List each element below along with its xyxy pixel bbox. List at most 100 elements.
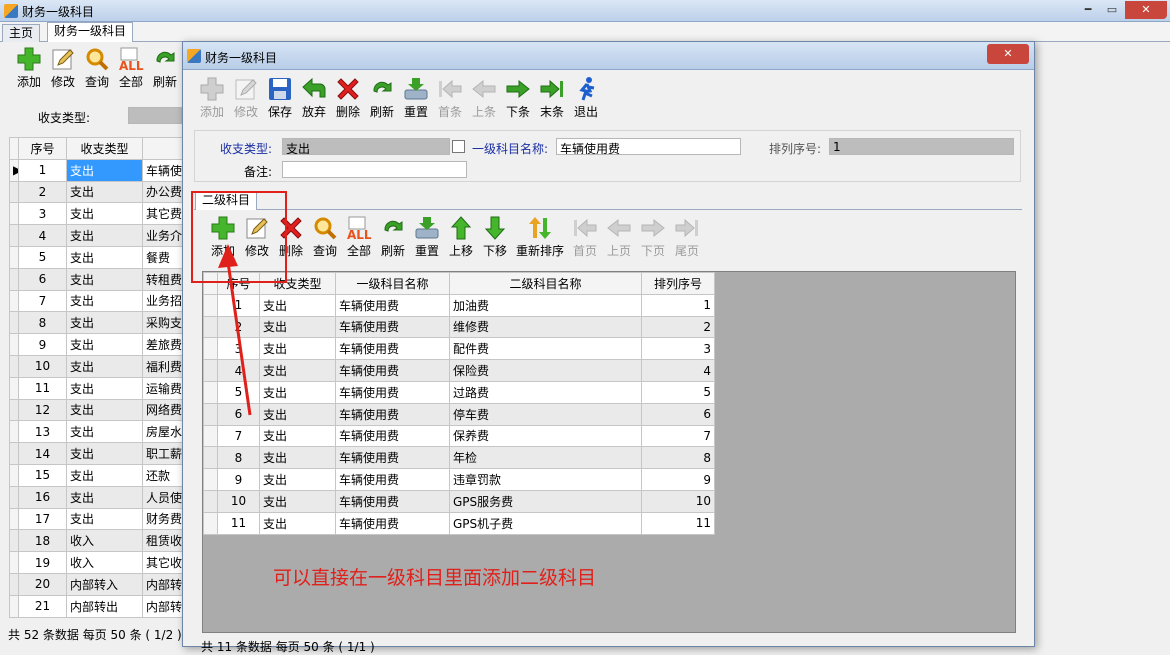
row-indicator[interactable] xyxy=(9,376,19,400)
all-button[interactable]: ALL 全部 xyxy=(342,215,376,259)
reset-button[interactable]: 重置 xyxy=(399,76,433,120)
row-indicator[interactable] xyxy=(203,446,218,470)
column-header[interactable]: 二级科目名称 xyxy=(449,272,642,295)
row-indicator[interactable] xyxy=(9,354,19,378)
table-row[interactable]: 21 内部转出 内部转 xyxy=(9,594,183,618)
column-header[interactable]: 收支类型 xyxy=(66,137,143,160)
table-row[interactable]: 9 支出 差旅费 xyxy=(9,333,183,356)
table-row[interactable]: 8 支出 采购支 xyxy=(9,311,183,335)
minimize-button[interactable]: ━ xyxy=(1076,1,1100,19)
table-row[interactable]: 1 支出 车辆使用费 加油费 1 xyxy=(203,293,715,317)
table-row[interactable]: 3 支出 车辆使用费 配件费 3 xyxy=(203,337,715,361)
table-row[interactable]: 10 支出 车辆使用费 GPS服务费 10 xyxy=(203,489,715,513)
table-row[interactable]: 11 支出 运输费 xyxy=(9,376,183,400)
refresh-button[interactable]: 刷新 xyxy=(148,46,182,90)
query-button[interactable]: 查询 xyxy=(308,215,342,259)
row-indicator[interactable] xyxy=(9,398,19,422)
table-row[interactable]: 7 支出 车辆使用费 保养费 7 xyxy=(203,424,715,448)
row-indicator[interactable] xyxy=(9,572,19,596)
reorder-button[interactable]: 重新排序 xyxy=(512,215,568,259)
row-indicator[interactable] xyxy=(9,529,19,553)
table-row[interactable]: 18 收入 租赁收 xyxy=(9,529,183,553)
next-page-button[interactable]: 下页 xyxy=(636,215,670,259)
exit-button[interactable]: 退出 xyxy=(569,76,603,120)
row-indicator[interactable] xyxy=(9,289,19,313)
last-page-button[interactable]: 尾页 xyxy=(670,215,704,259)
row-indicator[interactable] xyxy=(9,594,19,618)
refresh-button[interactable]: 刷新 xyxy=(365,76,399,120)
row-indicator[interactable] xyxy=(203,337,218,361)
row-indicator[interactable] xyxy=(203,359,218,382)
tab-home[interactable]: 主页 xyxy=(2,24,41,42)
row-indicator[interactable] xyxy=(9,202,19,226)
row-indicator[interactable] xyxy=(9,420,19,444)
row-indicator[interactable] xyxy=(203,402,218,426)
prev-record-button[interactable]: 上条 xyxy=(467,76,501,120)
table-row[interactable]: 4 支出 车辆使用费 保险费 4 xyxy=(203,359,715,382)
table-row[interactable]: 9 支出 车辆使用费 违章罚款 9 xyxy=(203,468,715,491)
row-indicator[interactable] xyxy=(9,442,19,465)
table-row[interactable]: 8 支出 车辆使用费 年检 8 xyxy=(203,446,715,470)
reset-button[interactable]: 重置 xyxy=(410,215,444,259)
edit-button[interactable]: 修改 xyxy=(46,46,80,90)
row-indicator[interactable] xyxy=(9,311,19,335)
tab-first-level-subject[interactable]: 财务一级科目 xyxy=(47,22,134,42)
all-button[interactable]: ALL 全部 xyxy=(114,46,148,90)
table-row[interactable]: 2 支出 办公费 xyxy=(9,180,183,204)
edit-button[interactable]: 修改 xyxy=(229,76,263,120)
row-indicator[interactable] xyxy=(9,180,19,204)
column-header[interactable]: 序号 xyxy=(18,137,67,160)
row-indicator[interactable] xyxy=(9,463,19,487)
row-indicator[interactable] xyxy=(203,489,218,513)
table-row[interactable]: 6 支出 车辆使用费 停车费 6 xyxy=(203,402,715,426)
row-indicator[interactable] xyxy=(203,380,218,404)
add-button[interactable]: 添加 xyxy=(195,76,229,120)
row-indicator[interactable] xyxy=(203,424,218,448)
refresh-button[interactable]: 刷新 xyxy=(376,215,410,259)
dialog-close-button[interactable]: ✕ xyxy=(987,44,1029,64)
add-button[interactable]: 添加 xyxy=(12,46,46,90)
table-row[interactable]: 17 支出 财务费 xyxy=(9,507,183,531)
table-row[interactable]: 20 内部转入 内部转 xyxy=(9,572,183,596)
maximize-button[interactable]: ▭ xyxy=(1100,1,1124,19)
row-indicator[interactable] xyxy=(9,551,19,574)
first-page-button[interactable]: 首页 xyxy=(568,215,602,259)
table-row[interactable]: 3 支出 其它费 xyxy=(9,202,183,226)
delete-button[interactable]: 删除 xyxy=(331,76,365,120)
table-row[interactable]: 13 支出 房屋水 xyxy=(9,420,183,444)
type-field[interactable]: 支出 xyxy=(282,138,450,155)
type-picker-icon[interactable] xyxy=(452,140,465,153)
table-row[interactable]: 7 支出 业务招 xyxy=(9,289,183,313)
row-indicator[interactable] xyxy=(9,507,19,531)
column-header[interactable]: 排列序号 xyxy=(641,272,715,295)
row-indicator[interactable] xyxy=(203,293,218,317)
close-button[interactable]: ✕ xyxy=(1125,1,1167,19)
first-record-button[interactable]: 首条 xyxy=(433,76,467,120)
table-row[interactable]: 12 支出 网络费 xyxy=(9,398,183,422)
row-indicator[interactable]: ▶ xyxy=(9,158,19,182)
filter-type-field[interactable] xyxy=(128,107,182,124)
move-down-button[interactable]: 下移 xyxy=(478,215,512,259)
table-row[interactable]: 5 支出 餐费 xyxy=(9,245,183,269)
row-indicator[interactable] xyxy=(203,315,218,339)
column-header[interactable]: 一级科目名称 xyxy=(335,272,450,295)
table-row[interactable]: 11 支出 车辆使用费 GPS机子费 11 xyxy=(203,511,715,535)
remark-field[interactable] xyxy=(282,161,467,178)
table-row[interactable]: 16 支出 人员使 xyxy=(9,485,183,509)
row-indicator[interactable] xyxy=(9,485,19,509)
table-row[interactable]: 19 收入 其它收 xyxy=(9,551,183,574)
table-row[interactable]: 14 支出 职工薪 xyxy=(9,442,183,465)
move-up-button[interactable]: 上移 xyxy=(444,215,478,259)
table-row[interactable]: 5 支出 车辆使用费 过路费 5 xyxy=(203,380,715,404)
row-indicator[interactable] xyxy=(203,468,218,491)
row-indicator[interactable] xyxy=(9,224,19,247)
discard-button[interactable]: 放弃 xyxy=(297,76,331,120)
prev-page-button[interactable]: 上页 xyxy=(602,215,636,259)
row-indicator[interactable] xyxy=(203,511,218,535)
table-row[interactable]: 4 支出 业务介 xyxy=(9,224,183,247)
table-row[interactable]: 2 支出 车辆使用费 维修费 2 xyxy=(203,315,715,339)
save-button[interactable]: 保存 xyxy=(263,76,297,120)
first-level-name-field[interactable]: 车辆使用费 xyxy=(556,138,741,155)
row-indicator[interactable] xyxy=(9,245,19,269)
table-row[interactable]: 10 支出 福利费 xyxy=(9,354,183,378)
